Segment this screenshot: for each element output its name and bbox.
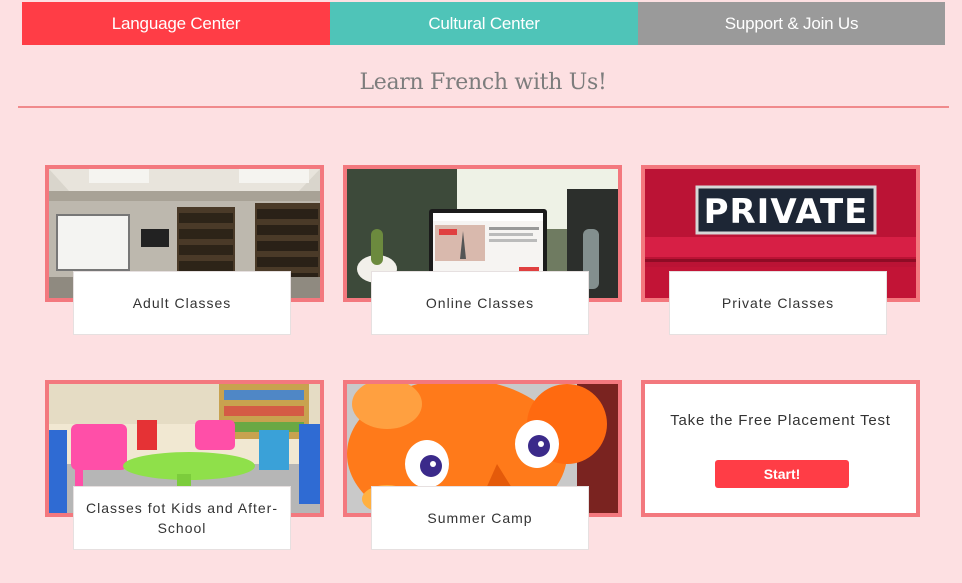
card-summer-camp[interactable]: Summer Camp	[343, 380, 622, 550]
card-kids-classes[interactable]: Classes fot Kids and After-School	[45, 380, 324, 550]
main-nav: Language Center Cultural Center Support …	[22, 2, 945, 45]
private-sign-text: PRIVATE	[704, 192, 869, 232]
card-label: Online Classes	[371, 271, 589, 335]
divider	[18, 106, 949, 108]
card-label: Summer Camp	[371, 486, 589, 550]
card-private-classes[interactable]: PRIVATE Private Classes	[641, 165, 920, 335]
nav-cultural-center[interactable]: Cultural Center	[330, 2, 638, 45]
card-label: Private Classes	[669, 271, 887, 335]
nav-support-join[interactable]: Support & Join Us	[638, 2, 945, 45]
page-title: Learn French with Us!	[359, 70, 607, 95]
placement-test-card: Take the Free Placement Test Start!	[641, 380, 920, 517]
nav-language-center[interactable]: Language Center	[22, 2, 330, 45]
card-label: Adult Classes	[73, 271, 291, 335]
placement-test-text: Take the Free Placement Test	[670, 412, 891, 429]
card-adult-classes[interactable]: Adult Classes	[45, 165, 324, 335]
start-button[interactable]: Start!	[715, 460, 849, 488]
card-online-classes[interactable]: Online Classes	[343, 165, 622, 335]
card-label: Classes fot Kids and After-School	[73, 486, 291, 550]
